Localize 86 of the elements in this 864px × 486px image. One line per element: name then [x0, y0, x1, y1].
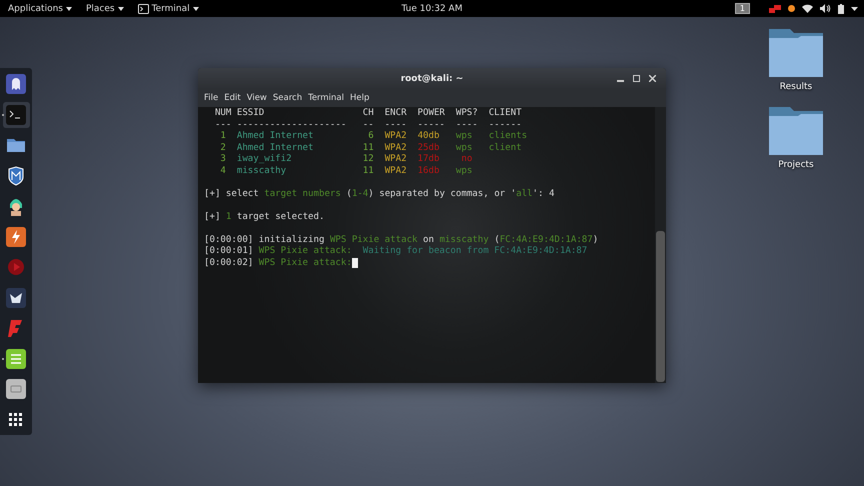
terminal-text: NUM ESSID CH ENCR POWER WPS? CLIENT	[214, 108, 522, 120]
terminal-text: iway_wifi2	[236, 154, 292, 166]
menu-item[interactable]: Search	[270, 93, 306, 103]
terminal-text: Ahmed Internet	[236, 142, 314, 154]
menu-item[interactable]: Edit	[221, 93, 244, 103]
terminal-text: 11	[362, 166, 375, 177]
terminal-text: [0:00:01]	[204, 246, 254, 258]
terminal-text: target numbers	[264, 188, 341, 200]
caret-icon	[192, 6, 199, 10]
terminal-text: 25db	[418, 142, 440, 154]
terminal-text: 11	[362, 142, 375, 154]
window-title: root@kali: ~	[400, 74, 464, 84]
menu-item[interactable]: Terminal	[305, 93, 347, 103]
terminal-text: no	[460, 154, 472, 166]
terminal-text: WPA2	[384, 142, 408, 154]
workspace-indicator[interactable]: 1	[734, 3, 750, 14]
scrollbar[interactable]	[655, 107, 666, 383]
ghost-app-icon	[6, 74, 26, 94]
terminal-text: 40db	[418, 131, 440, 142]
terminal-text: misscathy	[439, 234, 489, 246]
notes-icon	[6, 348, 26, 369]
volume-icon[interactable]	[820, 4, 831, 13]
terminal-text: misscathy	[236, 166, 286, 177]
dock-item[interactable]	[2, 102, 30, 128]
folder-icon[interactable]	[768, 28, 824, 78]
terminal-text: WPS Pixie attack	[330, 234, 418, 246]
terminal-text: Ahmed Internet	[236, 131, 314, 142]
terminal-text: on	[422, 234, 435, 246]
terminal-text: all	[516, 188, 533, 200]
terminal-text: [+] select	[204, 188, 260, 200]
menu-item[interactable]: File	[201, 93, 222, 103]
terminal-text: (	[345, 188, 352, 200]
terminal-text: --- -------------------- -- ---- ----- ---- ------	[214, 120, 522, 131]
folder-label[interactable]: Projects	[778, 160, 814, 170]
wifi-icon[interactable]	[802, 4, 813, 13]
caret-icon	[118, 6, 124, 10]
terminal-text: 17db	[418, 154, 440, 166]
terminal-text: )	[592, 234, 598, 246]
close-icon[interactable]	[649, 75, 656, 82]
terminal-text: WPA2	[384, 166, 408, 177]
battery-icon[interactable]	[838, 4, 844, 14]
status-dot-icon[interactable]	[788, 5, 795, 12]
folder-label[interactable]: Results	[780, 82, 812, 92]
terminal-text: [0:00:02]	[204, 258, 254, 269]
terminal-text: 16db	[418, 166, 440, 177]
play-disc-icon	[6, 257, 26, 278]
caret-icon[interactable]	[851, 6, 858, 10]
terminal-text: 12	[362, 154, 375, 166]
terminal-text: FC:4A:E9:4D:1A:87	[500, 234, 593, 246]
terminal-icon	[6, 104, 26, 125]
top-bar-menu[interactable]: Applications	[6, 4, 74, 14]
terminal-text: [0:00:00] initializing	[204, 234, 326, 246]
terminal-text: [+]	[204, 212, 222, 223]
terminal-text: wps	[454, 166, 472, 177]
menu-item[interactable]: View	[244, 93, 270, 103]
terminal-text: WPA2	[384, 154, 408, 166]
terminal-text: WPS Pixie attack:	[258, 258, 352, 269]
maximize-icon[interactable]	[633, 75, 640, 82]
clock[interactable]: Tue 10:32 AM	[290, 4, 574, 14]
terminal-text: WPA2	[384, 131, 408, 142]
terminal-text: wps	[454, 131, 474, 142]
terminal-text: 1-4	[352, 188, 368, 200]
terminal-text: 1	[226, 212, 232, 223]
caret-icon	[66, 6, 72, 10]
terminal-text: clients	[488, 131, 528, 142]
network-activity-icon[interactable]	[769, 4, 781, 12]
folder-icon[interactable]	[768, 106, 824, 156]
terminal-text: ': 4	[532, 188, 554, 200]
terminal-text: 1	[219, 131, 227, 142]
terminal-text: Waiting for beacon from FC:4A:E9:4D:1A:87	[362, 246, 588, 258]
terminal-icon	[138, 4, 149, 14]
terminal-text: 2	[219, 142, 227, 154]
terminal-text: 6	[367, 131, 375, 142]
top-bar-menu[interactable]: Terminal	[136, 4, 201, 14]
terminal-text: ) separated by commas, or '	[368, 188, 516, 200]
terminal-text: target selected.	[236, 212, 324, 223]
top-bar-menu[interactable]: Places	[84, 4, 126, 14]
terminal-text: wps	[454, 142, 474, 154]
shield-icon	[6, 166, 26, 186]
terminal-text: WPS Pixie attack:	[258, 246, 352, 258]
lightning-app-icon	[6, 226, 26, 247]
terminal-text: client	[488, 142, 522, 154]
terminal-text: 4	[219, 166, 227, 177]
terminal-text: 3	[219, 154, 227, 166]
menu-item[interactable]: Help	[347, 93, 372, 103]
terminal-text: (	[493, 234, 500, 246]
